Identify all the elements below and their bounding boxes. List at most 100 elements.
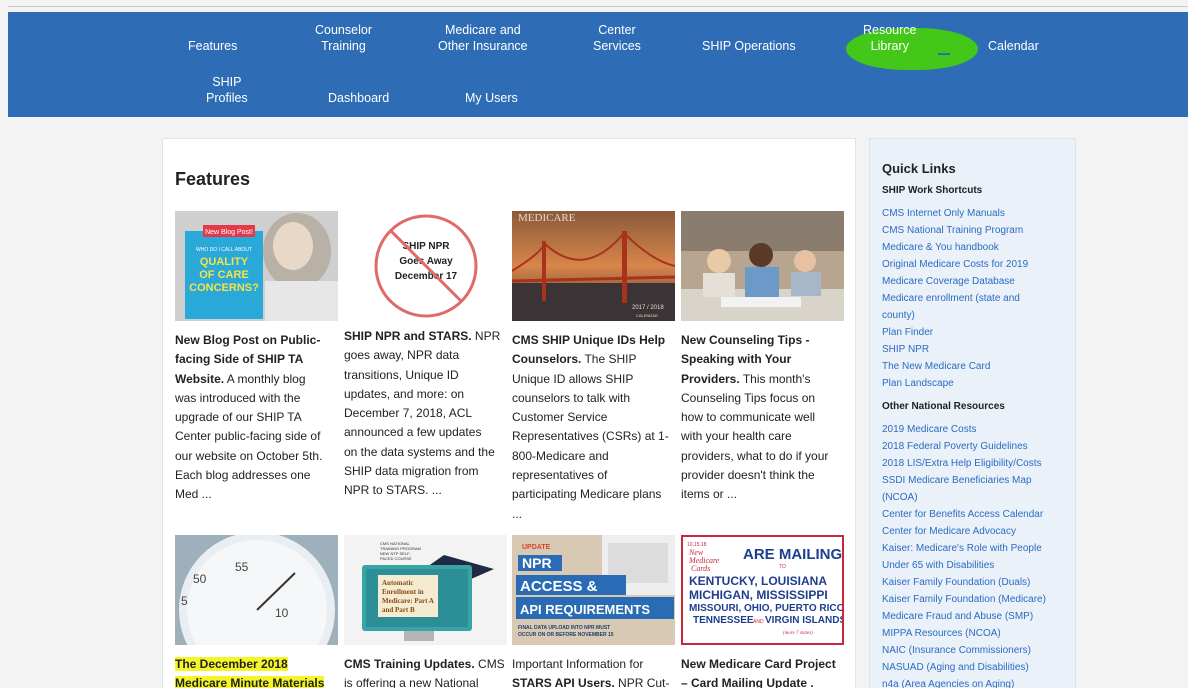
quick-link[interactable]: SSDI Medicare Beneficiaries Map (882, 472, 1072, 489)
main-nav: Features Counselor Training Medicare and O… (8, 12, 1188, 117)
svg-text:MISSOURI, OHIO, PUERTO RICO: MISSOURI, OHIO, PUERTO RICO (689, 603, 842, 614)
npr-access-image[interactable]: UPDATE NPR ACCESS & API REQUIREMENTS FIN… (512, 535, 675, 645)
svg-text:API REQUIREMENTS: API REQUIREMENTS (520, 602, 650, 617)
training-course-image[interactable]: CMS NATIONAL TRAINING PROGRAM NEW NTP SE… (344, 535, 507, 645)
ship-work-shortcuts-heading: SHIP Work Shortcuts (882, 185, 983, 196)
quick-link[interactable]: The New Medicare Card (882, 358, 1072, 375)
features-heading: Features (175, 169, 251, 189)
blog-post-illustration: New Blog Post! WHO DO I CALL ABOUT QUALI… (175, 211, 338, 321)
quick-link[interactable]: (NCOA) (882, 489, 1072, 506)
svg-text:Enrollment in: Enrollment in (382, 588, 424, 596)
svg-text:Cards: Cards (691, 564, 710, 573)
card-mailing-illustration: 10.15.18 New Medicare Cards ARE MAILING … (683, 537, 842, 643)
quick-link[interactable]: Medicare Fraud and Abuse (SMP) (882, 608, 1072, 625)
quick-link[interactable]: Plan Finder (882, 324, 1072, 341)
svg-text:10: 10 (275, 606, 289, 620)
svg-text:December 17: December 17 (395, 271, 458, 282)
svg-text:New Blog Post!: New Blog Post! (205, 229, 253, 236)
features-panel: Features New Blog Post! WHO DO I CALL AB… (162, 138, 856, 688)
quick-link[interactable]: Kaiser Family Foundation (Medicare) (882, 591, 1072, 608)
nav-medicare-other-insurance[interactable]: Medicare and Other Insurance (438, 22, 528, 54)
feature-card-text: New Blog Post on Public- facing Side of … (175, 333, 323, 502)
highlight-mark (938, 53, 950, 55)
svg-text:QUALITY: QUALITY (200, 256, 249, 268)
card-mailing-image[interactable]: 10.15.18 New Medicare Cards ARE MAILING … (681, 535, 844, 645)
quick-link[interactable]: Center for Medicare Advocacy (882, 523, 1072, 540)
nav-ship-profiles[interactable]: SHIP Profiles (206, 74, 248, 106)
feature-card-text: The December 2018 Medicare Minute Materi… (175, 655, 343, 688)
feature-card-text: CMS Training Updates. CMS is offering a … (344, 657, 505, 688)
svg-text:CONCERNS?: CONCERNS? (189, 282, 259, 294)
nav-calendar[interactable]: Calendar (988, 38, 1039, 54)
quick-link[interactable]: 2018 Federal Poverty Guidelines (882, 438, 1072, 455)
svg-text:VIRGIN ISLANDS: VIRGIN ISLANDS (765, 615, 842, 626)
svg-text:TO: TO (779, 564, 786, 570)
svg-text:KENTUCKY, LOUISIANA: KENTUCKY, LOUISIANA (689, 574, 827, 588)
other-national-resources-heading: Other National Resources (882, 401, 1005, 412)
svg-text:Medicare: Part A: Medicare: Part A (382, 597, 434, 605)
ship-npr-image[interactable]: SHIP NPR Goes Away December 17 (344, 211, 507, 321)
quick-link[interactable]: n4a (Area Agencies on Aging) (882, 676, 1072, 688)
quick-link[interactable]: Original Medicare Costs for 2019 (882, 256, 1072, 273)
quick-link[interactable]: MIPPA Resources (NCOA) (882, 625, 1072, 642)
stopwatch-image[interactable]: 50 55 5 10 (175, 535, 338, 645)
svg-text:CALENDAR: CALENDAR (636, 313, 658, 318)
other-national-resources-list: 2019 Medicare Costs 2018 Federal Poverty… (882, 421, 1072, 688)
nav-my-users[interactable]: My Users (465, 90, 518, 106)
svg-text:ARE MAILING: ARE MAILING (743, 546, 842, 563)
feature-card-text: CMS SHIP Unique IDs Help Counselors. The… (512, 333, 669, 521)
svg-text:55: 55 (235, 560, 249, 574)
nav-dashboard[interactable]: Dashboard (328, 90, 389, 106)
counseling-tips-image[interactable] (681, 211, 844, 321)
svg-text:OF CARE: OF CARE (199, 269, 249, 281)
svg-text:FINAL DATA UPLOAD INTO NPR MUS: FINAL DATA UPLOAD INTO NPR MUST (518, 625, 610, 631)
stopwatch-illustration: 50 55 5 10 (175, 535, 338, 645)
svg-text:WHO DO I CALL ABOUT: WHO DO I CALL ABOUT (196, 247, 252, 253)
quick-link[interactable]: CMS Internet Only Manuals (882, 205, 1072, 222)
npr-access-illustration: UPDATE NPR ACCESS & API REQUIREMENTS FIN… (512, 535, 675, 645)
quick-link[interactable]: Under 65 with Disabilities (882, 557, 1072, 574)
quick-link[interactable]: CMS National Training Program (882, 222, 1072, 239)
blog-post-image[interactable]: New Blog Post! WHO DO I CALL ABOUT QUALI… (175, 211, 338, 321)
svg-text:(more 7 states): (more 7 states) (783, 631, 813, 636)
svg-text:AND: AND (753, 619, 764, 625)
top-divider (8, 6, 1188, 7)
svg-text:50: 50 (193, 572, 207, 586)
svg-text:MICHIGAN, MISSISSIPPI: MICHIGAN, MISSISSIPPI (689, 588, 828, 602)
feature-card-text: Important Information for STARS API User… (512, 657, 670, 688)
nav-resource-library[interactable]: Resource Library (863, 22, 917, 54)
svg-text:ACCESS &: ACCESS & (520, 578, 598, 595)
quick-link[interactable]: Center for Benefits Access Calendar (882, 506, 1072, 523)
feature-card-text: New Medicare Card Project – Card Mailing… (681, 657, 836, 688)
svg-text:2017 / 2018: 2017 / 2018 (632, 305, 664, 311)
no-symbol-illustration: SHIP NPR Goes Away December 17 (344, 211, 507, 321)
nav-counselor-training[interactable]: Counselor Training (315, 22, 372, 54)
svg-text:OCCUR ON OR BEFORE NOVEMBER 15: OCCUR ON OR BEFORE NOVEMBER 15 (518, 632, 614, 638)
quick-link[interactable]: Medicare & You handbook (882, 239, 1072, 256)
svg-text:TENNESSEE: TENNESSEE (693, 615, 754, 626)
quick-link[interactable]: 2019 Medicare Costs (882, 421, 1072, 438)
medicare-calendar-image[interactable]: MEDICARE 2017 / 2018 CALENDAR (512, 211, 675, 321)
quick-link[interactable]: Medicare Coverage Database (882, 273, 1072, 290)
quick-link[interactable]: Plan Landscape (882, 375, 1072, 392)
quick-links-heading: Quick Links (882, 161, 956, 176)
nav-ship-operations[interactable]: SHIP Operations (702, 38, 796, 54)
svg-text:UPDATE: UPDATE (522, 544, 551, 551)
nav-center-services[interactable]: Center Services (593, 22, 641, 54)
svg-text:5: 5 (181, 594, 188, 608)
quick-link[interactable]: NASUAD (Aging and Disabilities) (882, 659, 1072, 676)
svg-text:NPR: NPR (522, 555, 552, 571)
quick-link[interactable]: county) (882, 307, 1072, 324)
quick-link[interactable]: Medicare enrollment (state and (882, 290, 1072, 307)
ship-work-shortcuts-list: CMS Internet Only Manuals CMS National T… (882, 205, 1072, 392)
svg-text:Automatic: Automatic (382, 579, 414, 587)
quick-link[interactable]: Kaiser: Medicare's Role with People (882, 540, 1072, 557)
quick-link[interactable]: NAIC (Insurance Commissioners) (882, 642, 1072, 659)
quick-link[interactable]: 2018 LIS/Extra Help Eligibility/Costs (882, 455, 1072, 472)
quick-links-sidebar: Quick Links SHIP Work Shortcuts CMS Inte… (869, 138, 1076, 688)
nav-features[interactable]: Features (188, 38, 237, 54)
quick-link[interactable]: SHIP NPR (882, 341, 1072, 358)
feature-card-text: SHIP NPR and STARS. NPR goes away, NPR d… (344, 329, 501, 498)
svg-text:MEDICARE: MEDICARE (518, 212, 576, 224)
quick-link[interactable]: Kaiser Family Foundation (Duals) (882, 574, 1072, 591)
